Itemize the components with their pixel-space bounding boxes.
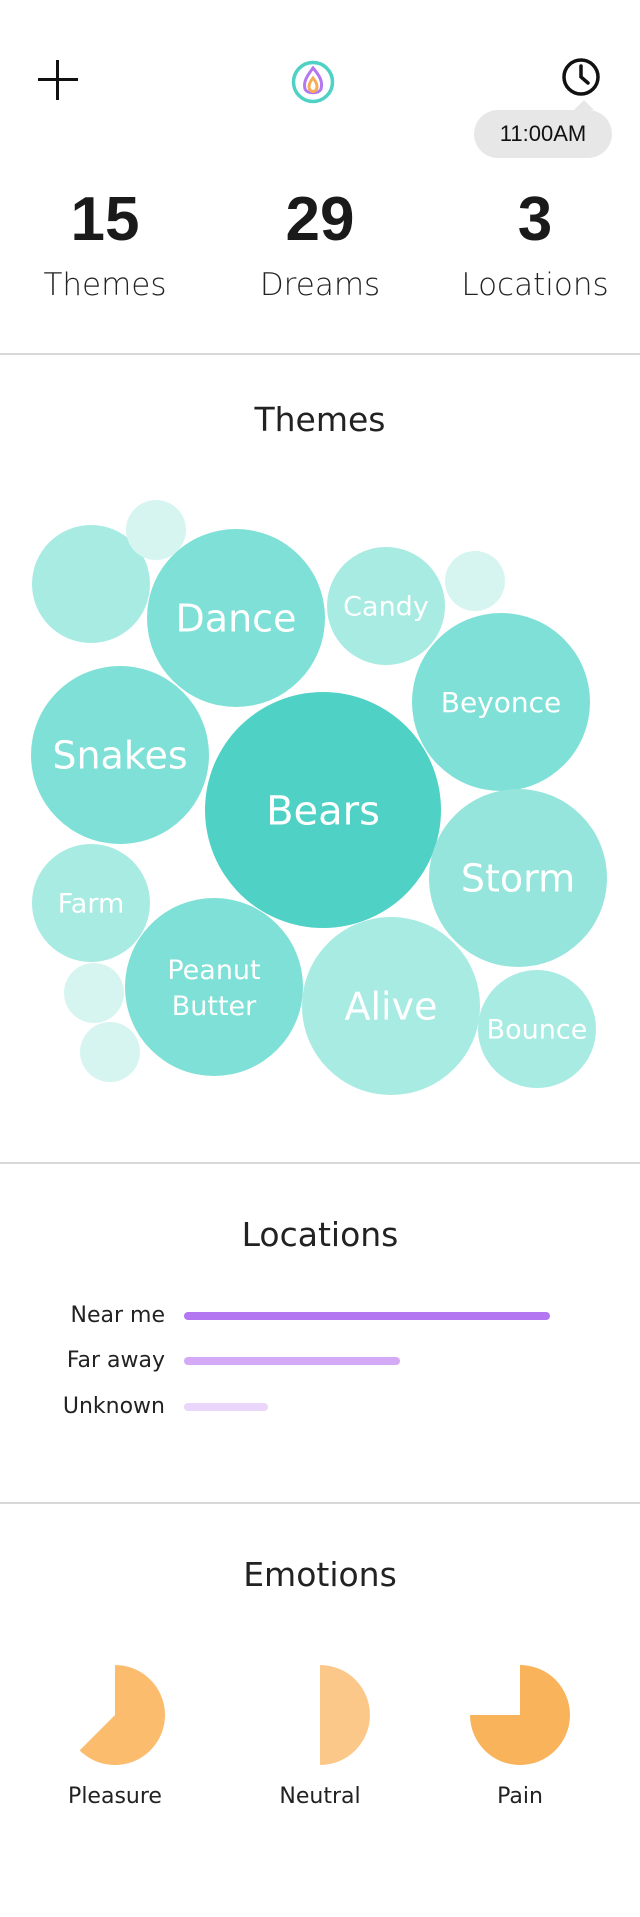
theme-bubble-label: Bounce [487,1015,588,1046]
theme-bubble[interactable]: Peanut Butter [125,898,303,1076]
emotion-label: Neutral [279,1784,361,1809]
stat-value: 3 [517,185,553,254]
theme-bubble-label: Candy [343,592,429,623]
location-row[interactable]: Unknown [0,1389,640,1425]
stat-dreams[interactable]: 29 Dreams [215,180,425,310]
theme-bubble[interactable]: Storm [429,789,607,967]
location-label: Near me [70,1303,165,1328]
theme-bubble-label: Alive [345,985,438,1029]
theme-bubble[interactable]: Alive [302,917,480,1095]
plus-icon[interactable] [36,58,80,102]
theme-bubble-label: Snakes [52,734,187,778]
stat-value: 29 [285,185,355,254]
emotion-label: Pain [497,1784,543,1809]
theme-bubble-circle[interactable] [125,898,303,1076]
divider [0,353,640,355]
theme-bubble[interactable]: Beyonce [412,613,590,791]
location-bar [184,1312,550,1320]
location-label: Unknown [62,1394,165,1419]
themes-title: Themes [254,400,386,439]
time-tooltip: 11:00AM [474,100,612,158]
theme-bubble[interactable] [64,963,124,1023]
theme-bubble[interactable] [80,1022,140,1082]
themes-bubble-chart: Bears Dance Snakes Beyonce Storm Peanut Butter… [31,500,607,1095]
divider [0,1502,640,1504]
theme-bubble[interactable]: Farm [32,844,150,962]
location-bar [184,1403,268,1411]
emotions-title: Emotions [243,1555,397,1594]
emotion-pie [470,1665,570,1765]
theme-bubble[interactable]: Dance [147,529,325,707]
locations-title: Locations [241,1215,399,1254]
theme-bubble-label: Bears [266,788,380,834]
theme-bubble-circle[interactable] [64,963,124,1023]
theme-bubble-circle[interactable] [445,551,505,611]
theme-bubble[interactable]: Candy [327,547,445,665]
stat-label: Themes [43,267,167,303]
emotion-pie [320,1665,370,1765]
stat-label: Dreams [259,267,381,303]
emotion-item[interactable]: Pleasure [15,1660,215,1809]
tooltip-time: 11:00AM [499,121,587,146]
location-label: Far away [66,1348,165,1373]
location-row[interactable]: Far away [0,1343,640,1379]
theme-bubble[interactable]: Bears [205,692,441,928]
theme-bubble[interactable]: Snakes [31,666,209,844]
top-bar: 11:00AM [0,0,640,170]
emotion-pie-slice [79,1665,165,1765]
theme-bubble-label: Dance [176,597,297,641]
stat-value: 15 [70,185,140,254]
stats-row: 15 Themes 29 Dreams 3 Locations [0,180,640,330]
divider [0,1162,640,1164]
emotion-item[interactable]: Pain [420,1660,620,1809]
location-bar [184,1357,400,1365]
theme-bubble[interactable] [126,500,186,560]
emotion-pie-slice [320,1665,370,1765]
emotions-row: Pleasure Neutral Pain [0,1660,640,1830]
location-row[interactable]: Near me [0,1298,640,1334]
theme-bubble-label: Farm [58,889,125,920]
theme-bubble-label: Storm [461,857,575,901]
theme-bubble-circle[interactable] [80,1022,140,1082]
theme-bubble-label: Beyonce [441,686,562,719]
clock-icon[interactable] [560,56,602,98]
theme-bubble[interactable]: Bounce [478,970,596,1088]
stat-label: Locations [461,267,609,303]
emotion-label: Pleasure [68,1784,162,1809]
theme-bubble[interactable] [445,551,505,611]
emotion-item[interactable]: Neutral [220,1660,420,1809]
stat-themes[interactable]: 15 Themes [0,180,210,310]
stat-locations[interactable]: 3 Locations [430,180,640,310]
flame-logo-icon[interactable] [291,60,335,104]
emotion-pie [79,1665,165,1765]
emotion-pie-slice [470,1665,570,1765]
theme-bubble-circle[interactable] [126,500,186,560]
